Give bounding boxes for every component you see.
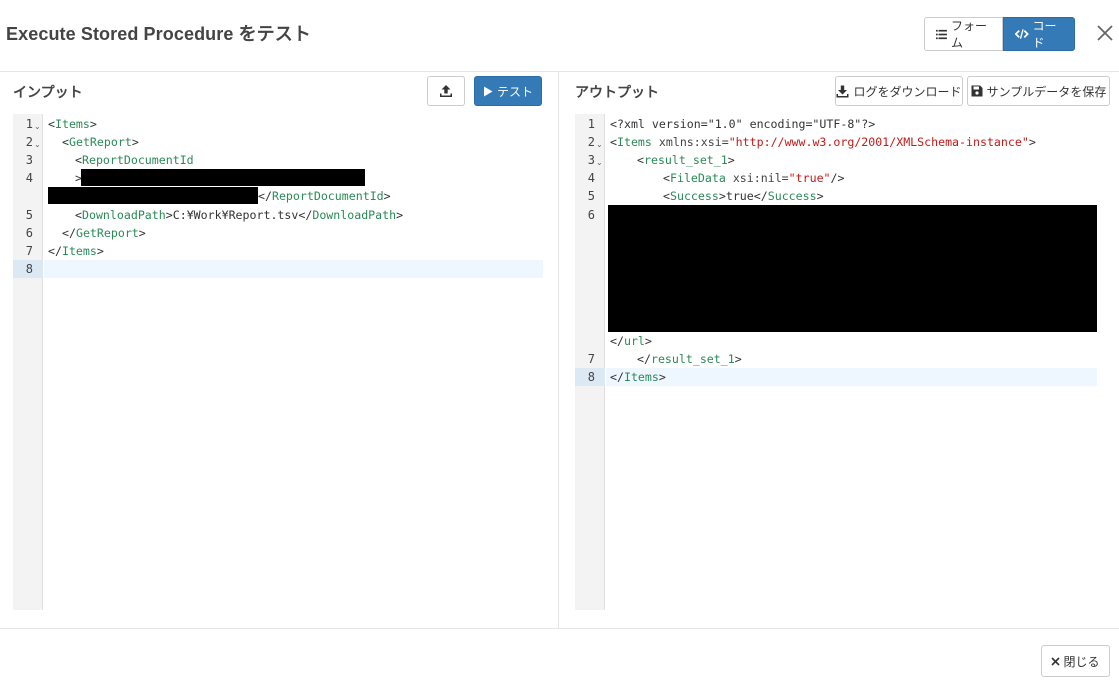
upload-button[interactable]	[427, 76, 465, 106]
line-number: 2	[25, 135, 33, 149]
dialog-footer: 閉じる	[0, 628, 1119, 690]
xml-tag: result_set_1	[650, 352, 735, 366]
xml-attribute: xmlns:xsi=	[658, 135, 729, 149]
output-panel-title: アウトプット	[575, 85, 659, 101]
code-line: </url>	[610, 334, 652, 348]
code-line: </GetReport>	[62, 226, 146, 240]
redacted-block	[81, 169, 365, 186]
form-view-label: フォーム	[950, 19, 987, 50]
download-log-button[interactable]: ログをダウンロード	[835, 76, 963, 106]
xml-tag: Items	[616, 135, 652, 149]
save-icon	[971, 85, 983, 97]
save-sample-button[interactable]: サンプルデータを保存	[967, 76, 1110, 106]
xml-tag: GetReport	[68, 135, 132, 149]
line-number: 4	[25, 171, 33, 185]
redacted-block	[608, 205, 1097, 332]
xml-tag: Success	[767, 189, 817, 203]
code-line: </ReportDocumentId>	[258, 189, 391, 203]
code-line: <GetReport>	[62, 135, 139, 149]
xml-tag: Success	[669, 189, 719, 203]
xml-text: true	[725, 189, 754, 203]
xml-tag: DownloadPath	[312, 208, 397, 222]
xml-tag: DownloadPath	[81, 208, 166, 222]
code-line: <Items xmlns:xsi="http://www.w3.org/2001…	[610, 135, 1036, 149]
xml-text: C:¥Work¥Report.tsv	[172, 208, 299, 222]
download-icon	[836, 85, 849, 97]
xml-string: "http://www.w3.org/2001/XMLSchema-instan…	[728, 135, 1029, 149]
code-line: <result_set_1>	[637, 153, 735, 167]
line-number: 3	[25, 153, 33, 167]
line-number: 8	[25, 262, 33, 276]
line-number: 2	[587, 135, 595, 149]
line-number: 1	[25, 117, 33, 131]
line-number: 5	[25, 208, 33, 222]
line-number: 8	[587, 370, 595, 384]
code-view-button[interactable]: コード	[1003, 17, 1075, 51]
input-gutter	[13, 114, 43, 610]
line-number: 6	[25, 226, 33, 240]
xml-tag: url	[623, 334, 645, 348]
fold-chevron-icon[interactable]: ⌄	[596, 136, 603, 154]
code-line: </Items>	[610, 370, 666, 384]
code-line: <Items>	[48, 117, 97, 131]
xml-declaration: <?xml version="1.0" encoding="UTF-8"?>	[610, 117, 876, 131]
code-icon	[1015, 29, 1029, 39]
code-line: </Items>	[48, 244, 104, 258]
code-line: </result_set_1>	[637, 352, 742, 366]
xml-tag: Items	[61, 244, 97, 258]
close-icon[interactable]	[1094, 22, 1116, 44]
play-icon	[483, 86, 493, 96]
input-panel-title: インプット	[13, 85, 83, 101]
form-view-button[interactable]: フォーム	[924, 17, 1003, 51]
code-view-label: コード	[1032, 19, 1057, 50]
panel-divider	[558, 72, 559, 628]
xml-string: "true"	[788, 171, 831, 185]
xml-tag: Items	[623, 370, 659, 384]
line-number: 5	[587, 189, 595, 203]
xml-tag: ReportDocumentId	[271, 189, 384, 203]
test-button-label: テスト	[496, 84, 533, 99]
save-sample-label: サンプルデータを保存	[986, 84, 1107, 99]
input-active-line	[44, 260, 543, 278]
code-line: <Success>true</Success>	[663, 189, 824, 203]
input-code-editor[interactable]: 1 2 3 4 5 6 7 8 ⌄ ⌄ <Items> <GetReport> …	[13, 114, 543, 610]
line-number: 7	[587, 352, 595, 366]
xml-tag: Items	[54, 117, 90, 131]
line-number: 7	[25, 244, 33, 258]
xml-tag: ReportDocumentId	[81, 153, 194, 167]
line-number: 6	[587, 208, 595, 222]
line-number: 4	[587, 171, 595, 185]
fold-chevron-icon[interactable]: ⌄	[596, 154, 603, 172]
view-toggle: フォーム コード	[924, 17, 1075, 51]
xml-tag: FileData	[669, 171, 726, 185]
download-log-label: ログをダウンロード	[853, 84, 962, 99]
fold-chevron-icon[interactable]: ⌄	[34, 118, 41, 136]
close-button-label: 閉じる	[1063, 654, 1100, 669]
code-line: <DownloadPath>C:¥Work¥Report.tsv</Downlo…	[75, 208, 404, 222]
upload-icon	[440, 85, 452, 97]
code-line: <ReportDocumentId	[75, 153, 194, 167]
code-line: <FileData xsi:nil="true"/>	[663, 171, 845, 185]
fold-chevron-icon[interactable]: ⌄	[34, 136, 41, 154]
dialog-title: Execute Stored Procedure をテスト	[6, 24, 311, 44]
close-button[interactable]: 閉じる	[1041, 645, 1110, 677]
redacted-block	[48, 187, 258, 204]
xml-attribute: xsi:nil=	[732, 171, 789, 185]
output-active-line	[606, 368, 1097, 386]
list-icon	[936, 29, 947, 39]
line-number: 3	[587, 153, 595, 167]
close-icon	[1051, 656, 1061, 666]
xml-tag: result_set_1	[643, 153, 728, 167]
output-code-editor[interactable]: 1 2 3 4 5 6 7 8 ⌄ ⌄ <?xml version="1.0" …	[575, 114, 1097, 610]
xml-tag: GetReport	[75, 226, 139, 240]
dialog-header: Execute Stored Procedure をテスト フォーム コード	[0, 0, 1119, 72]
test-button[interactable]: テスト	[474, 76, 542, 106]
line-number: 1	[587, 117, 595, 131]
